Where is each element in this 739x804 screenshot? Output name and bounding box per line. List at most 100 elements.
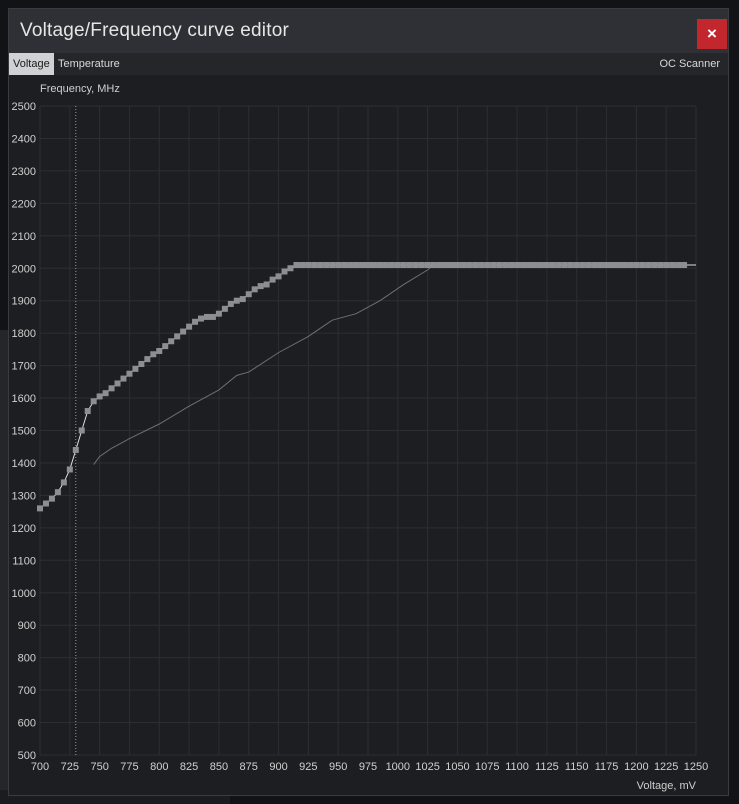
curve-point[interactable] (657, 262, 664, 269)
curve-point[interactable] (472, 262, 479, 269)
curve-point[interactable] (537, 262, 544, 269)
curve-point[interactable] (209, 313, 216, 320)
curve-point[interactable] (233, 297, 240, 304)
curve-point[interactable] (603, 262, 610, 269)
curve-point[interactable] (251, 286, 258, 293)
curve-point[interactable] (138, 360, 145, 367)
curve-point[interactable] (335, 262, 342, 269)
curve-point[interactable] (508, 262, 515, 269)
curve-point[interactable] (639, 262, 646, 269)
curve-point[interactable] (585, 262, 592, 269)
curve-point[interactable] (126, 370, 133, 377)
curve-point[interactable] (543, 262, 550, 269)
curve-point[interactable] (239, 296, 246, 303)
curve-point[interactable] (466, 262, 473, 269)
curve-point[interactable] (174, 333, 181, 340)
curve-point[interactable] (454, 262, 461, 269)
curve-point[interactable] (78, 427, 85, 434)
curve-point[interactable] (651, 262, 658, 269)
curve-point[interactable] (257, 283, 264, 290)
curve-point[interactable] (311, 262, 318, 269)
curve-point[interactable] (490, 262, 497, 269)
curve-point[interactable] (681, 262, 688, 269)
curve-point[interactable] (281, 268, 288, 275)
curve-point[interactable] (549, 262, 556, 269)
curve-point[interactable] (215, 310, 222, 317)
curve-point[interactable] (412, 262, 419, 269)
curve-point[interactable] (597, 262, 604, 269)
curve-point[interactable] (150, 351, 157, 358)
curve-point[interactable] (37, 505, 43, 512)
curve-point[interactable] (526, 262, 533, 269)
curve-point[interactable] (359, 262, 366, 269)
curve-point[interactable] (633, 262, 640, 269)
curve-point[interactable] (591, 262, 598, 269)
curve-point[interactable] (245, 291, 252, 298)
curve-point[interactable] (299, 262, 306, 269)
curve-point[interactable] (442, 262, 449, 269)
curve-point[interactable] (341, 262, 348, 269)
curve-point[interactable] (400, 262, 407, 269)
curve-point[interactable] (192, 318, 199, 325)
curve-point[interactable] (675, 262, 682, 269)
curve-point[interactable] (567, 262, 574, 269)
curve-point[interactable] (198, 315, 205, 322)
curve-point[interactable] (520, 262, 527, 269)
curve-point[interactable] (275, 273, 282, 280)
curve-point[interactable] (418, 262, 425, 269)
curve-point[interactable] (484, 262, 491, 269)
curve-point[interactable] (90, 398, 97, 405)
curve-point[interactable] (448, 262, 455, 269)
curve-point[interactable] (162, 343, 169, 350)
curve-point[interactable] (203, 313, 210, 320)
curve-point[interactable] (323, 262, 330, 269)
curve-point[interactable] (621, 262, 628, 269)
curve-point[interactable] (42, 500, 49, 507)
curve-point[interactable] (263, 281, 270, 288)
curve-point[interactable] (144, 356, 151, 363)
curve-point[interactable] (573, 262, 580, 269)
curve-point[interactable] (287, 265, 294, 272)
curve-point[interactable] (645, 262, 652, 269)
curve-point[interactable] (370, 262, 377, 269)
curve-point[interactable] (436, 262, 443, 269)
curve-point[interactable] (72, 446, 79, 453)
curve-point[interactable] (96, 393, 103, 400)
curve-point[interactable] (48, 495, 55, 502)
curve-point[interactable] (180, 328, 187, 335)
curve-point[interactable] (514, 262, 521, 269)
curve-point[interactable] (353, 262, 360, 269)
curve-point[interactable] (430, 262, 437, 269)
curve-point[interactable] (168, 338, 175, 345)
curve-point[interactable] (663, 262, 670, 269)
curve-point[interactable] (388, 262, 395, 269)
vf-curve-points[interactable] (37, 262, 688, 512)
curve-point[interactable] (305, 262, 312, 269)
curve-point[interactable] (609, 262, 616, 269)
curve-point[interactable] (561, 262, 568, 269)
curve-point[interactable] (531, 262, 538, 269)
curve-point[interactable] (60, 479, 67, 486)
curve-point[interactable] (579, 262, 586, 269)
curve-point[interactable] (269, 276, 276, 283)
curve-point[interactable] (293, 262, 300, 269)
curve-point[interactable] (376, 262, 383, 269)
curve-point[interactable] (502, 262, 509, 269)
curve-point[interactable] (120, 375, 127, 382)
curve-point[interactable] (329, 262, 336, 269)
curve-point[interactable] (102, 390, 109, 397)
curve-point[interactable] (669, 262, 676, 269)
vf-curve-chart[interactable]: 700 725 750 775 800 825 850 875 900 925 950 975 1000… (0, 0, 739, 804)
curve-point[interactable] (347, 262, 354, 269)
curve-point[interactable] (424, 262, 431, 269)
curve-point[interactable] (460, 262, 467, 269)
curve-point[interactable] (394, 262, 401, 269)
curve-point[interactable] (156, 347, 163, 354)
curve-point[interactable] (108, 385, 115, 392)
curve-point[interactable] (496, 262, 503, 269)
curve-point[interactable] (478, 262, 485, 269)
curve-point[interactable] (227, 300, 234, 307)
curve-point[interactable] (627, 262, 634, 269)
curve-point[interactable] (555, 262, 562, 269)
curve-point[interactable] (317, 262, 324, 269)
